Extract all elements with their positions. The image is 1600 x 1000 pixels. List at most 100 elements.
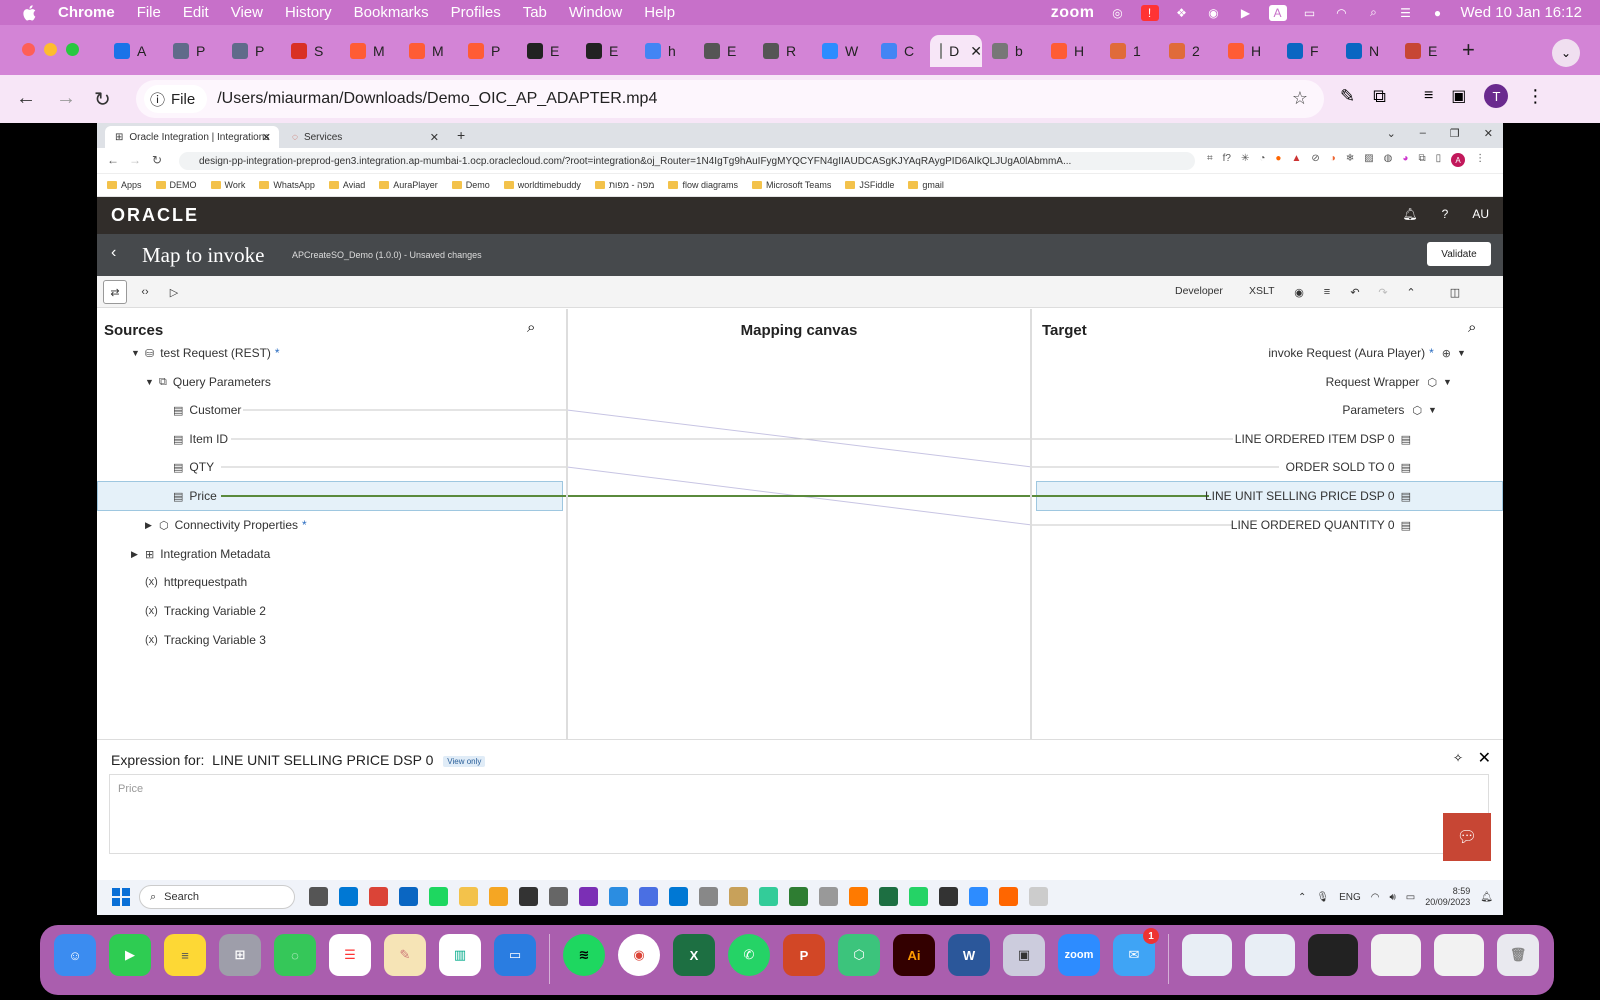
caret-right-icon[interactable]: ▶ — [145, 520, 159, 531]
wifi-icon[interactable]: ◠ — [1371, 892, 1380, 903]
search-icon[interactable]: ⌕ — [527, 319, 535, 336]
taskbar-app-icon[interactable] — [399, 887, 418, 906]
tree-node-test-request[interactable]: ▼ ⛁ test Request (REST) * — [131, 343, 280, 363]
messages-icon[interactable]: ◌ — [274, 934, 316, 976]
notes-icon[interactable]: ≡ — [164, 934, 206, 976]
menu-help[interactable]: Help — [644, 4, 675, 21]
bookmark-item[interactable]: WhatsApp — [259, 180, 315, 190]
preview-icon[interactable]: ▣ — [1003, 934, 1045, 976]
taskbar-app-icon[interactable] — [879, 887, 898, 906]
angular-icon[interactable]: ▲ — [1291, 153, 1301, 167]
target-node-request-wrapper[interactable]: Request Wrapper ⬡ ▼ — [1326, 372, 1457, 392]
menu-view[interactable]: View — [231, 4, 263, 21]
trash-icon[interactable]: 🗑︎ — [1497, 934, 1539, 976]
menu-bookmarks[interactable]: Bookmarks — [354, 4, 429, 21]
caret-down-icon[interactable]: ▼ — [131, 348, 145, 358]
facetime-icon[interactable]: ▶ — [109, 934, 151, 976]
chrome-tab[interactable]: H — [1218, 35, 1277, 67]
taskbar-app-icon[interactable] — [729, 887, 748, 906]
menu-history[interactable]: History — [285, 4, 332, 21]
collapse-icon[interactable]: ⌃ — [1399, 280, 1423, 304]
developer-mode-button[interactable]: Developer — [1175, 285, 1223, 297]
target-node-invoke-request[interactable]: invoke Request (Aura Player) * ⊕ ▼ — [1268, 343, 1471, 363]
taskbar-app-icon[interactable] — [429, 887, 448, 906]
close-tab-icon[interactable]: ✕ — [262, 131, 271, 144]
chrome-tab[interactable]: E — [1395, 35, 1454, 67]
color-wheel-icon[interactable]: ◕ — [1402, 153, 1408, 167]
chrome-tab[interactable]: D ✕ — [930, 35, 982, 67]
powerpoint-icon[interactable]: P — [783, 934, 825, 976]
menu-bar-clock[interactable]: Wed 10 Jan 16:12 — [1461, 4, 1582, 21]
keynote-icon[interactable]: ▭ — [494, 934, 536, 976]
extensions-puzzle-icon[interactable]: ⧉ — [1373, 86, 1386, 107]
validate-button[interactable]: Validate — [1427, 242, 1491, 266]
bookmark-item[interactable]: Apps — [107, 180, 142, 190]
taskbar-app-icon[interactable] — [459, 887, 478, 906]
extension-icon[interactable]: ● — [1275, 153, 1281, 167]
oracle-logo[interactable]: ORACLE — [111, 205, 199, 226]
new-tab-icon[interactable]: + — [457, 127, 465, 143]
text-input-icon[interactable]: A — [1268, 4, 1287, 21]
chrome-icon[interactable]: ◉ — [618, 934, 660, 976]
bookmark-item[interactable]: JSFiddle — [845, 180, 894, 190]
inner-tab-services[interactable]: ◌ Services ✕ — [282, 126, 447, 148]
taskbar-app-icon[interactable] — [579, 887, 598, 906]
control-center-icon[interactable]: ☰ — [1397, 5, 1415, 21]
apple-icon[interactable] — [20, 3, 40, 23]
taskbar-app-icon[interactable] — [339, 887, 358, 906]
tree-node-var-tracking-3[interactable]: (x) Tracking Variable 3 — [145, 630, 266, 650]
caret-down-icon[interactable]: ▼ — [1428, 405, 1442, 415]
tree-node-qty[interactable]: ▤ QTY — [173, 457, 214, 477]
help-icon[interactable]: ? — [1442, 207, 1449, 221]
close-icon[interactable]: ✕ — [1484, 127, 1493, 140]
extension-icon[interactable]: ◔ — [1259, 153, 1265, 167]
target-node-order-sold-to[interactable]: ORDER SOLD TO 0 ▤ — [1286, 457, 1411, 477]
target-node-line-ordered-quantity[interactable]: LINE ORDERED QUANTITY 0 ▤ — [1231, 515, 1411, 535]
taskbar-app-icon[interactable] — [639, 887, 658, 906]
spotlight-search-icon[interactable]: ⌕ — [1365, 5, 1383, 21]
swap-icon[interactable]: ⇄ — [103, 280, 127, 304]
bookmark-item[interactable]: Microsoft Teams — [751, 180, 831, 190]
new-tab-button[interactable]: + — [1462, 37, 1475, 67]
notification-bell-icon[interactable]: 🔔︎ — [1480, 892, 1493, 903]
image-icon[interactable]: ▨ — [1364, 153, 1373, 167]
taskbar-app-icon[interactable] — [309, 887, 328, 906]
chrome-tab[interactable]: P — [458, 35, 517, 67]
taskbar-clock[interactable]: 8:59 20/09/2023 — [1425, 886, 1470, 908]
menu-app-name[interactable]: Chrome — [58, 4, 115, 21]
mapping-canvas-pane[interactable]: Mapping canvas — [566, 309, 1032, 739]
chrome-tab[interactable]: P — [222, 35, 281, 67]
numbers-icon[interactable]: ▥ — [439, 934, 481, 976]
function-icon[interactable]: f? — [1223, 153, 1231, 167]
volume-icon[interactable]: 🔊︎ — [1389, 892, 1395, 903]
chrome-tab[interactable]: P — [163, 35, 222, 67]
minimize-window-button[interactable] — [44, 43, 57, 56]
site-info-chip[interactable]: ⓘ File — [144, 85, 208, 113]
extension-pen-icon[interactable]: ✎ — [1340, 86, 1355, 107]
illustrator-icon[interactable]: Ai — [893, 934, 935, 976]
dropbox-icon[interactable]: ❖ — [1173, 5, 1191, 21]
xslt-button[interactable]: XSLT — [1249, 285, 1274, 297]
user-menu[interactable]: AU — [1472, 207, 1489, 221]
play-icon[interactable]: ▶ — [1237, 5, 1255, 21]
taskbar-app-icon[interactable] — [999, 887, 1018, 906]
chat-button[interactable]: 💬︎ — [1443, 813, 1491, 861]
broadcast-icon[interactable]: ◉ — [1205, 5, 1223, 21]
network-app-icon[interactable]: ⬡ — [838, 934, 880, 976]
extension-icon[interactable]: ✳ — [1241, 153, 1249, 167]
close-tab-icon[interactable]: ✕ — [430, 131, 439, 144]
chrome-tab[interactable]: A — [104, 35, 163, 67]
reload-icon[interactable]: ↻ — [94, 87, 111, 112]
media-control-icon[interactable]: ≡ — [1424, 87, 1433, 105]
address-bar[interactable]: ⓘ File /Users/miaurman/Downloads/Demo_OIC… — [136, 80, 1324, 118]
tree-node-var-tracking-2[interactable]: (x) Tracking Variable 2 — [145, 601, 266, 621]
chrome-tab[interactable]: E — [517, 35, 576, 67]
microphone-icon[interactable]: 🎙︎ — [1316, 892, 1329, 903]
forward-arrow-icon[interactable]: → — [56, 87, 76, 110]
chrome-tab[interactable]: W — [812, 35, 871, 67]
battery-icon[interactable]: ▭ — [1406, 892, 1415, 903]
back-arrow-icon[interactable]: ← — [107, 153, 119, 167]
bookmark-star-icon[interactable]: ☆ — [1292, 88, 1308, 109]
chrome-tab[interactable]: h — [635, 35, 694, 67]
taskbar-app-icon[interactable] — [789, 887, 808, 906]
